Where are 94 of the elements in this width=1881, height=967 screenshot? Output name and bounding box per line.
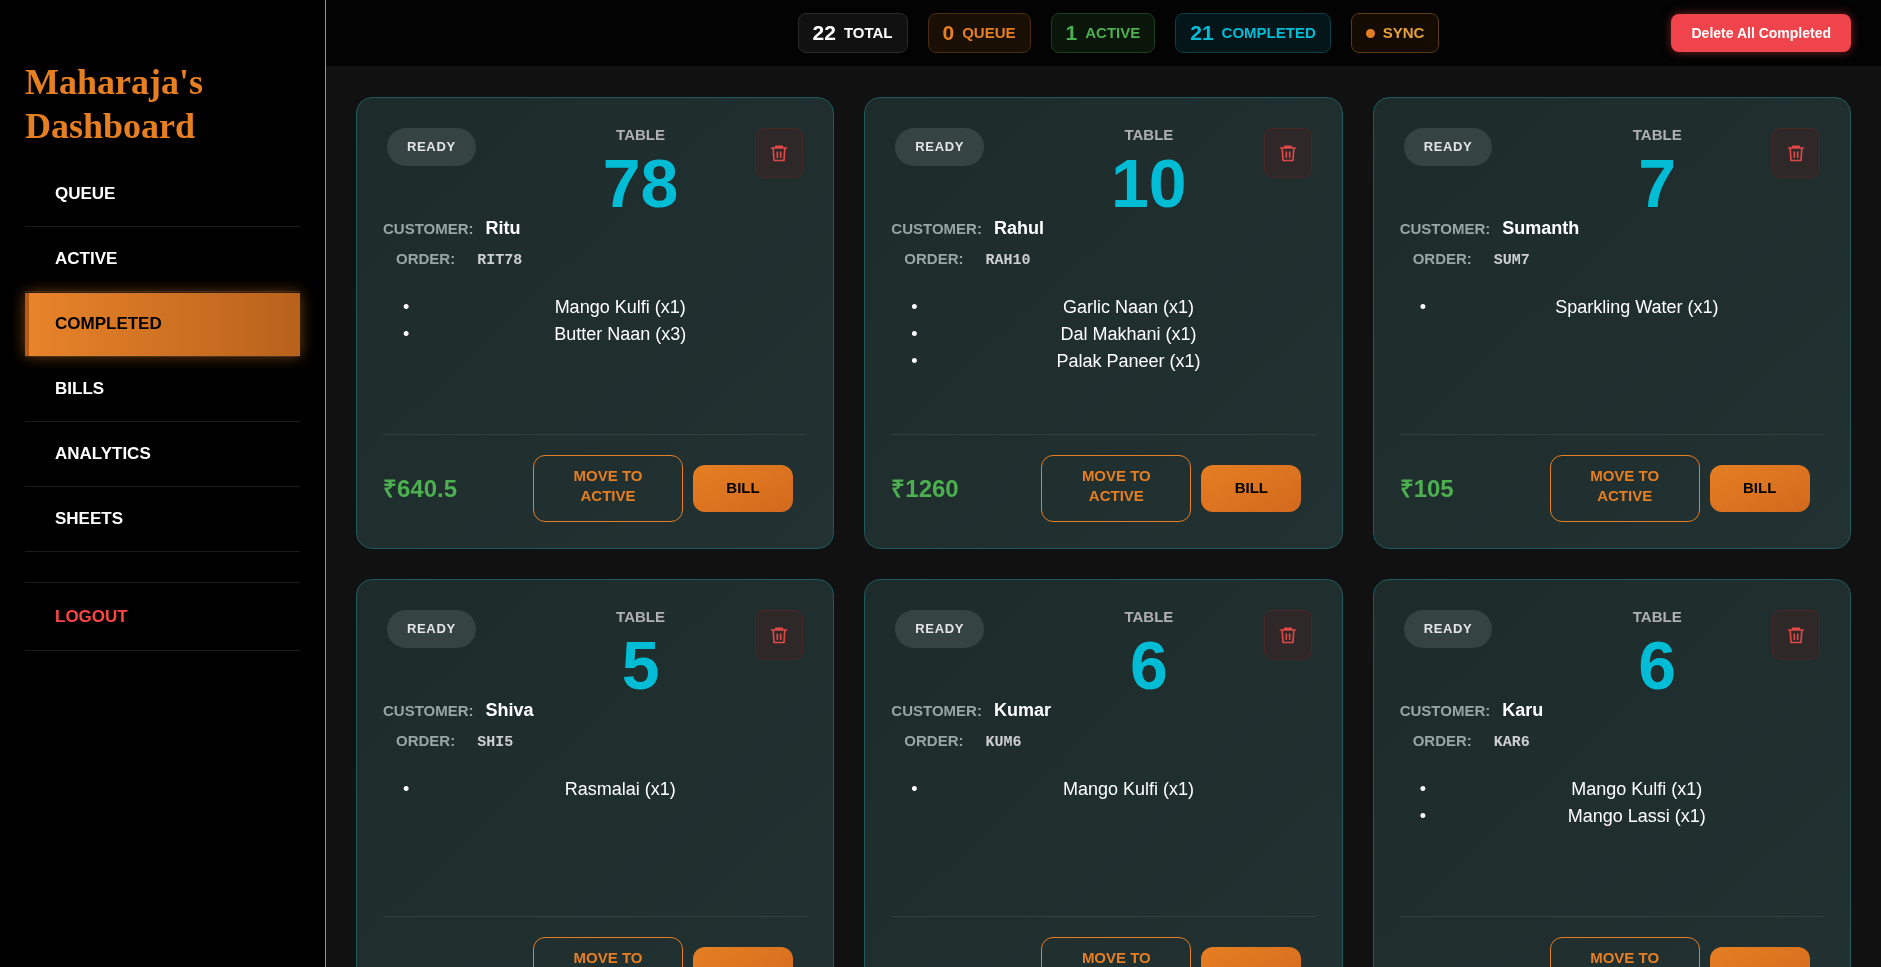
order-item: Dal Makhani (x1) [1059, 323, 1198, 346]
nav-item[interactable]: ANALYTICS [25, 422, 300, 486]
table-number: 6 [1129, 628, 1168, 701]
table-number: 5 [621, 628, 660, 701]
customer-name: Rahul [993, 216, 1044, 240]
order-code: RIT78 [477, 250, 523, 271]
customer-label: CUSTOMER: [1399, 218, 1491, 239]
order-code: SHI5 [477, 732, 514, 753]
nav-item[interactable]: COMPLETED [25, 292, 300, 356]
order-item: Garlic Naan (x1) [1061, 296, 1195, 319]
bullet-marker: • [1419, 296, 1427, 319]
bill-button[interactable]: BILL [1709, 465, 1810, 512]
order-item: Palak Paneer (x1) [1055, 350, 1202, 373]
delete-button[interactable] [755, 128, 804, 178]
stat-chip: 21 COMPLETED [1175, 13, 1331, 53]
table-label: TABLE [616, 125, 665, 145]
move-to-active-button[interactable]: MOVE TO [1549, 937, 1700, 967]
table-number: 6 [1638, 628, 1677, 701]
customer-name: Shiva [485, 698, 534, 722]
bullet-marker: • [403, 323, 411, 346]
delete-button[interactable] [1772, 128, 1820, 178]
delete-button[interactable] [1263, 128, 1312, 178]
nav-item[interactable]: QUEUE [25, 162, 300, 226]
status-pill: READY [895, 128, 985, 166]
customer-name: Karu [1502, 698, 1544, 722]
stat-chip: 0 QUEUE [927, 13, 1031, 53]
bullet-marker: • [403, 296, 411, 319]
bullet-marker: • [911, 323, 919, 346]
order-total: ₹1260 [891, 474, 959, 502]
nav-item[interactable]: ACTIVE [25, 227, 300, 291]
table-number: 10 [1111, 146, 1187, 219]
logout-link[interactable]: LOGOUT [25, 603, 128, 630]
order-item: Sparkling Water (x1) [1554, 296, 1720, 319]
stat-chip: 22 TOTAL [797, 13, 908, 53]
bullet-marker: • [911, 296, 919, 319]
customer-label: CUSTOMER: [891, 218, 982, 239]
table-label: TABLE [1124, 607, 1174, 627]
table-number: 7 [1638, 146, 1677, 219]
delete-all-button[interactable]: Delete All Completed [1671, 14, 1851, 52]
delete-button[interactable] [755, 610, 804, 660]
order-label: ORDER: [1412, 248, 1472, 269]
app-title: Maharaja's Dashboard [25, 61, 204, 148]
customer-name: Ritu [485, 216, 521, 240]
delete-button[interactable] [1772, 610, 1820, 660]
order-total: ₹640.5 [383, 474, 458, 502]
table-label: TABLE [616, 607, 665, 627]
order-total: ₹105 [1399, 474, 1454, 502]
order-item: Mango Lassi (x1) [1566, 805, 1707, 828]
customer-label: CUSTOMER: [383, 700, 474, 721]
stat-chip: 1 ACTIVE [1050, 13, 1156, 53]
status-pill: READY [1403, 610, 1493, 648]
move-to-active-button[interactable]: MOVE TO ACTIVE [1549, 455, 1700, 522]
order-label: ORDER: [904, 730, 964, 751]
order-item: Rasmalai (x1) [563, 778, 677, 801]
bullet-marker: • [911, 778, 919, 801]
order-code: KUM6 [985, 732, 1022, 753]
customer-label: CUSTOMER: [891, 700, 982, 721]
table-label: TABLE [1124, 125, 1174, 145]
status-pill: READY [895, 610, 985, 648]
move-to-active-button[interactable]: MOVE TO ACTIVE [1041, 455, 1192, 522]
move-to-active-button[interactable]: MOVE TO ACTIVE [533, 455, 683, 522]
bill-button[interactable]: BILL [1201, 465, 1302, 512]
bullet-marker: • [403, 778, 411, 801]
table-label: TABLE [1632, 607, 1682, 627]
order-item: Butter Naan (x3) [553, 323, 688, 346]
status-pill: READY [387, 610, 476, 648]
customer-label: CUSTOMER: [383, 218, 474, 239]
status-pill: READY [387, 128, 476, 166]
move-to-active-button[interactable]: MOVE TO [1041, 937, 1192, 967]
order-code: RAH10 [985, 250, 1031, 271]
nav-item[interactable]: SHEETS [25, 487, 300, 551]
order-code: KAR6 [1493, 732, 1530, 753]
bullet-marker: • [1419, 805, 1427, 828]
status-pill: READY [1403, 128, 1493, 166]
order-item: Mango Kulfi (x1) [553, 296, 687, 319]
order-label: ORDER: [396, 730, 456, 751]
bullet-marker: • [911, 350, 919, 373]
move-to-active-button[interactable]: MOVE TO [533, 937, 683, 967]
order-item: Mango Kulfi (x1) [1570, 778, 1704, 801]
order-code: SUM7 [1493, 250, 1530, 271]
order-label: ORDER: [904, 248, 964, 269]
bullet-marker: • [1419, 778, 1427, 801]
bill-button[interactable]: BILL [693, 465, 793, 512]
order-label: ORDER: [396, 248, 456, 269]
order-label: ORDER: [1412, 730, 1472, 751]
customer-label: CUSTOMER: [1399, 700, 1491, 721]
order-item: Mango Kulfi (x1) [1061, 778, 1195, 801]
nav-item[interactable]: BILLS [25, 357, 300, 421]
delete-button[interactable] [1263, 610, 1312, 660]
table-label: TABLE [1632, 125, 1682, 145]
customer-name: Sumanth [1502, 216, 1580, 240]
customer-name: Kumar [993, 698, 1051, 722]
table-number: 78 [602, 146, 679, 219]
stat-chip: SYNC [1350, 13, 1440, 53]
